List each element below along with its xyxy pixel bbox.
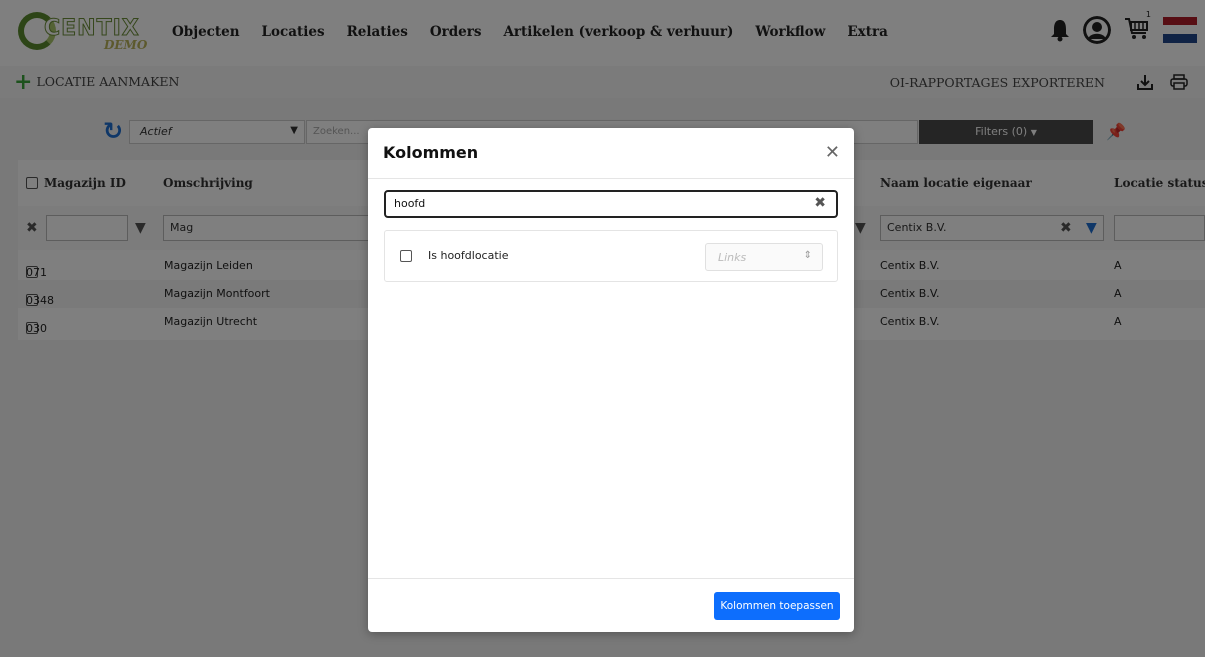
columns-dialog: Kolommen ✕ hoofd ✖ Is hoofdlocatie Links… [368,128,854,632]
divider [368,578,854,579]
sort-arrows-icon: ⇕ [803,250,812,261]
dialog-title: Kolommen [383,143,479,162]
column-checkbox[interactable] [400,250,412,262]
clear-search-icon[interactable]: ✖ [814,195,826,211]
column-search-value: hoofd [394,197,426,210]
column-position-value: Links [718,251,747,264]
column-position-select[interactable]: Links ⇕ [705,243,823,271]
column-search-input[interactable]: hoofd ✖ [384,190,838,218]
divider [368,178,854,179]
apply-columns-button[interactable]: Kolommen toepassen [714,592,840,620]
column-label: Is hoofdlocatie [428,249,509,262]
column-item[interactable]: Is hoofdlocatie Links ⇕ [384,230,838,282]
close-icon[interactable]: ✕ [825,142,840,163]
